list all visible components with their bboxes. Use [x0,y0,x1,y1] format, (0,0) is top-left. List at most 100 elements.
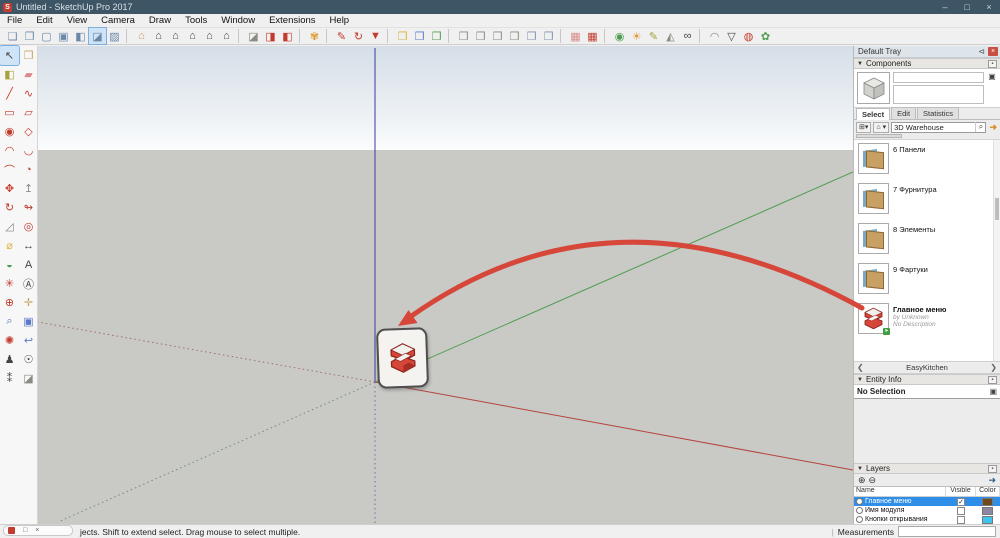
separator[interactable] [238,29,245,43]
minimized-close-button[interactable]: × [35,527,39,534]
panel-pink-icon[interactable]: ▦ [584,28,601,44]
module-box-icon[interactable]: ❒ [472,28,489,44]
remove-layer-button[interactable]: ⊖ [869,475,877,486]
layer-visible-checkbox[interactable]: ✓ [957,497,965,506]
zoom-extents-tool[interactable]: ✺ [0,331,19,350]
separator[interactable] [699,29,706,43]
menu-item[interactable]: Extensions [262,15,322,26]
layer-color-chip[interactable] [982,515,993,524]
two-point-arc-tool[interactable]: ◡ [19,141,38,160]
protractor-tool[interactable]: ◒ [0,255,19,274]
3d-text-tool[interactable]: Ⓐ [19,274,38,293]
tray-close-button[interactable]: × [988,47,998,56]
freehand-tool[interactable]: ∿ [19,84,38,103]
iso-view-icon[interactable]: ⌂ [133,28,150,44]
minimized-window[interactable]: □ × [3,525,73,536]
minimize-button[interactable]: – [934,2,956,12]
layers-header[interactable]: ▼ Layers ▪ [854,463,1000,474]
green-sphere-icon[interactable]: ◉ [611,28,628,44]
entity-info-header[interactable]: ▼ Entity Info ▪ [854,374,1000,385]
pencil-ruler-icon[interactable]: ✎ [645,28,662,44]
rotate-tool[interactable]: ↻ [0,198,19,217]
separator[interactable] [387,29,394,43]
components-tab[interactable]: Select [856,108,891,120]
entity-info-options-button[interactable]: ▪ [988,375,997,384]
components-header[interactable]: ▼ Components ▪ [854,58,1000,69]
next-page-arrow-icon[interactable]: ➜ [988,122,998,133]
layer-row[interactable]: Главное меню ✓ [854,497,1000,506]
refresh-arrows-icon[interactable]: ↻ [350,28,367,44]
secondary-pane-toggle-icon[interactable]: ▣ [987,72,997,104]
zoom-window-tool[interactable]: ▣ [19,312,38,331]
select-tool[interactable]: ↖ [0,45,20,66]
polygon-tool[interactable]: ◇ [19,122,38,141]
follow-me-tool[interactable]: ↬ [19,198,38,217]
components-tab[interactable]: Edit [891,107,917,119]
wireframe-icon[interactable]: ▢ [38,28,55,44]
layer-radio[interactable] [856,507,863,514]
layers-options-button[interactable]: ▪ [988,464,997,473]
component-description-field[interactable] [893,85,984,104]
menu-item[interactable]: Window [214,15,262,26]
box-blue-icon[interactable]: ❒ [411,28,428,44]
position-camera-tool[interactable]: ♟ [0,350,19,369]
menu-item[interactable]: Help [323,15,357,26]
shaded-with-textures-icon[interactable]: ◪ [88,27,107,45]
display-section-cuts-icon[interactable]: ◧ [279,28,296,44]
circle-tool[interactable]: ◉ [0,122,19,141]
front-view-icon[interactable]: ⌂ [167,28,184,44]
component-name-field[interactable] [893,72,984,83]
rectangle-tool[interactable]: ▭ [0,103,19,122]
menu-item[interactable]: View [60,15,94,26]
three-point-arc-tool[interactable]: ⌒ [0,160,19,179]
look-around-tool[interactable]: ☉ [19,350,38,369]
search-icon[interactable]: ⌕ [975,122,985,132]
x-ray-icon[interactable]: ❏ [4,28,21,44]
layer-row[interactable]: Имя модуля [854,506,1000,515]
component-list-item[interactable]: ➤ 6 Панели [854,140,1000,180]
leaf-icon[interactable]: ✿ [757,28,774,44]
su-funnel-icon[interactable]: ▼ [367,28,384,44]
components-tab[interactable]: Statistics [917,107,960,119]
column-color[interactable]: Color [976,487,1000,496]
box-green-icon[interactable]: ❒ [428,28,445,44]
in-model-home-button[interactable]: ⌂ ▾ [873,121,890,133]
menu-item[interactable]: Tools [178,15,214,26]
menu-item[interactable]: Draw [142,15,178,26]
rotated-rectangle-tool[interactable]: ▱ [19,103,38,122]
add-layer-button[interactable]: ⊕ [858,475,866,486]
separator[interactable] [448,29,455,43]
layer-row[interactable]: Кнопки открывания [854,515,1000,524]
dimensions-tool[interactable]: ↔ [19,236,38,255]
text-tool[interactable]: A [19,255,38,274]
layer-color-chip[interactable] [982,497,993,506]
previous-view-tool[interactable]: ↩ [19,331,38,350]
separator[interactable] [126,29,133,43]
close-button[interactable]: × [978,2,1000,12]
line-tool[interactable]: ╱ [0,84,19,103]
component-list-item[interactable]: ➤ 8 Элементы [854,220,1000,260]
sketchup-logo-component[interactable] [375,327,430,389]
layer-radio[interactable] [856,516,863,523]
separator[interactable] [299,29,306,43]
monochrome-icon[interactable]: ▨ [106,28,123,44]
right-view-icon[interactable]: ⌂ [184,28,201,44]
axes-tool[interactable]: ✳ [0,274,19,293]
draw-pencil-icon[interactable]: ✎ [333,28,350,44]
maximize-button[interactable]: □ [956,2,978,12]
component-list-item[interactable]: ➤ Главное меню by Unknown No Description [854,300,1000,340]
zoom-tool[interactable]: ⌕ [0,312,19,331]
section-plane-icon[interactable]: ◪ [245,28,262,44]
column-visible[interactable]: Visible [946,487,976,496]
eraser-tool[interactable]: ▰ [19,65,38,84]
menu-item[interactable]: Edit [29,15,59,26]
module-box-icon[interactable]: ❒ [506,28,523,44]
component-list-item[interactable]: ➤ 9 Фартуки [854,260,1000,300]
curve-icon[interactable]: ◠ [706,28,723,44]
nav-forward-icon[interactable]: ❯ [990,363,997,372]
minimized-restore-button[interactable]: □ [23,527,27,534]
rock-icon[interactable]: ◭ [662,28,679,44]
separator[interactable] [560,29,567,43]
components-scrollbar[interactable] [993,140,1000,361]
box-yellow-icon[interactable]: ❒ [394,28,411,44]
